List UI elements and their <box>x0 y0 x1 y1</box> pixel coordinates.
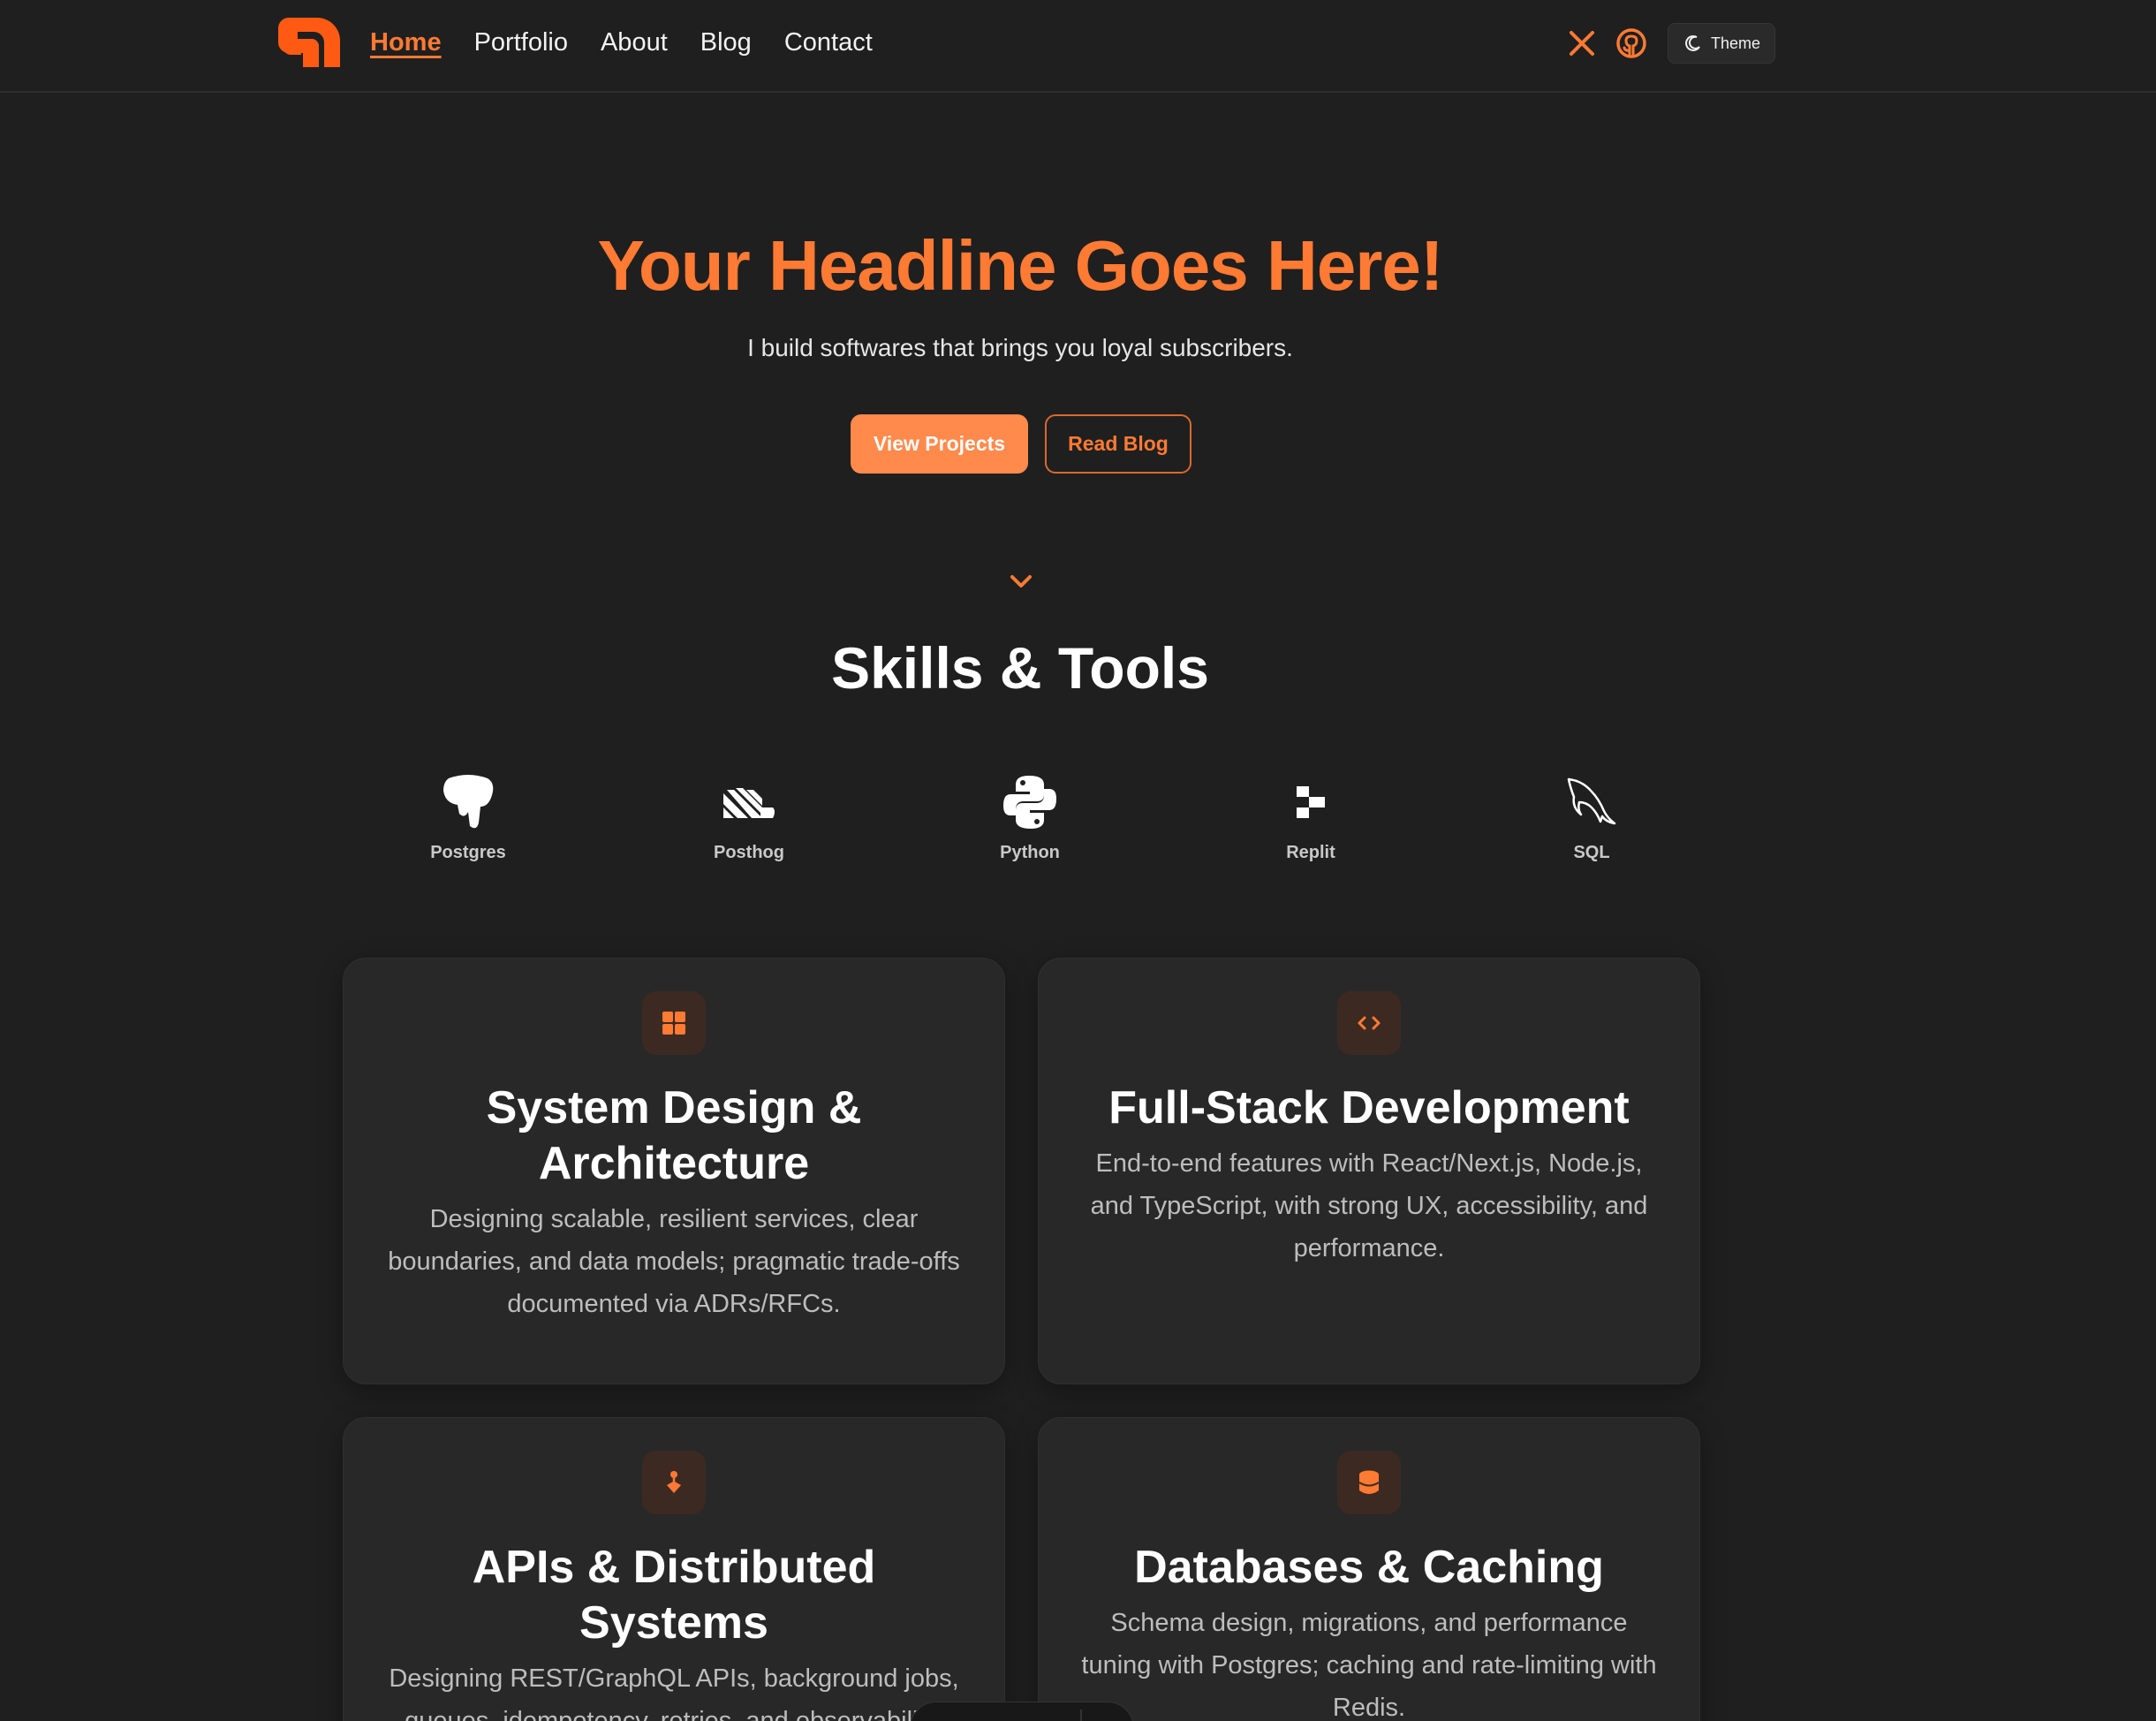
card-description: End-to-end features with React/Next.js, … <box>1090 1149 1648 1262</box>
chevron-down-icon[interactable] <box>1008 571 1034 592</box>
skill-posthog: Posthog <box>661 770 837 863</box>
card-databases: Databases & Caching Schema design, migra… <box>1038 1417 1700 1721</box>
top-nav: Home Portfolio About Blog Contact Theme <box>0 0 2156 93</box>
theme-label: Theme <box>1711 34 1761 52</box>
skill-label: Postgres <box>430 843 506 862</box>
nav-contact[interactable]: Contact <box>784 25 873 60</box>
nav-portfolio[interactable]: Portfolio <box>474 25 568 60</box>
skill-sql: SQL <box>1503 770 1680 863</box>
nav-blog[interactable]: Blog <box>700 25 752 60</box>
mysql-dolphin-icon <box>1503 770 1680 834</box>
skill-python: Python <box>942 770 1118 863</box>
card-description: Designing scalable, resilient services, … <box>388 1205 960 1318</box>
card-description: Schema design, migrations, and performan… <box>1081 1609 1657 1721</box>
skills-title: Skills & Tools <box>831 635 1209 701</box>
floating-toolbar[interactable] <box>910 1702 1134 1721</box>
page: Home Portfolio About Blog Contact Theme … <box>0 0 2156 1721</box>
card-apis: APIs & Distributed Systems Designing RES… <box>343 1417 1005 1721</box>
replit-icon <box>1222 770 1399 834</box>
skill-label: Posthog <box>714 843 784 862</box>
code-icon <box>1337 991 1401 1055</box>
x-icon[interactable] <box>1565 24 1599 63</box>
card-title: System Design & Architecture <box>486 1082 862 1189</box>
grid-icon <box>642 991 706 1055</box>
posthog-icon <box>661 770 837 834</box>
github-icon[interactable] <box>1615 24 1648 63</box>
skill-label: SQL <box>1573 843 1610 862</box>
card-full-stack: Full-Stack Development End-to-end featur… <box>1038 958 1700 1384</box>
skill-label: Python <box>1000 843 1060 862</box>
postgres-icon <box>380 770 556 834</box>
card-system-design: System Design & Architecture Designing s… <box>343 958 1005 1384</box>
skill-postgres: Postgres <box>380 770 556 863</box>
view-projects-button[interactable]: View Projects <box>851 414 1028 474</box>
nav-links: Home Portfolio About Blog Contact <box>370 25 873 60</box>
toolbar-divider <box>1080 1710 1082 1721</box>
database-icon <box>1337 1451 1401 1514</box>
nav-home[interactable]: Home <box>370 25 442 60</box>
read-blog-button[interactable]: Read Blog <box>1045 414 1191 474</box>
card-description: Designing REST/GraphQL APIs, background … <box>389 1664 959 1721</box>
theme-toggle-button[interactable]: Theme <box>1668 23 1776 64</box>
hero-title: Your Headline Goes Here! <box>597 226 1443 305</box>
card-title: Full-Stack Development <box>1108 1082 1630 1133</box>
skill-replit: Replit <box>1222 770 1399 863</box>
network-icon <box>642 1451 706 1514</box>
moon-icon <box>1685 35 1700 51</box>
card-title: APIs & Distributed Systems <box>472 1542 876 1649</box>
card-title: Databases & Caching <box>1134 1542 1604 1593</box>
nav-about[interactable]: About <box>601 25 668 60</box>
hero-subtitle: I build softwares that brings you loyal … <box>747 334 1293 361</box>
logo-icon[interactable] <box>278 18 340 67</box>
nav-actions: Theme <box>1565 23 1776 64</box>
skill-label: Replit <box>1286 843 1335 862</box>
python-icon <box>942 770 1118 834</box>
